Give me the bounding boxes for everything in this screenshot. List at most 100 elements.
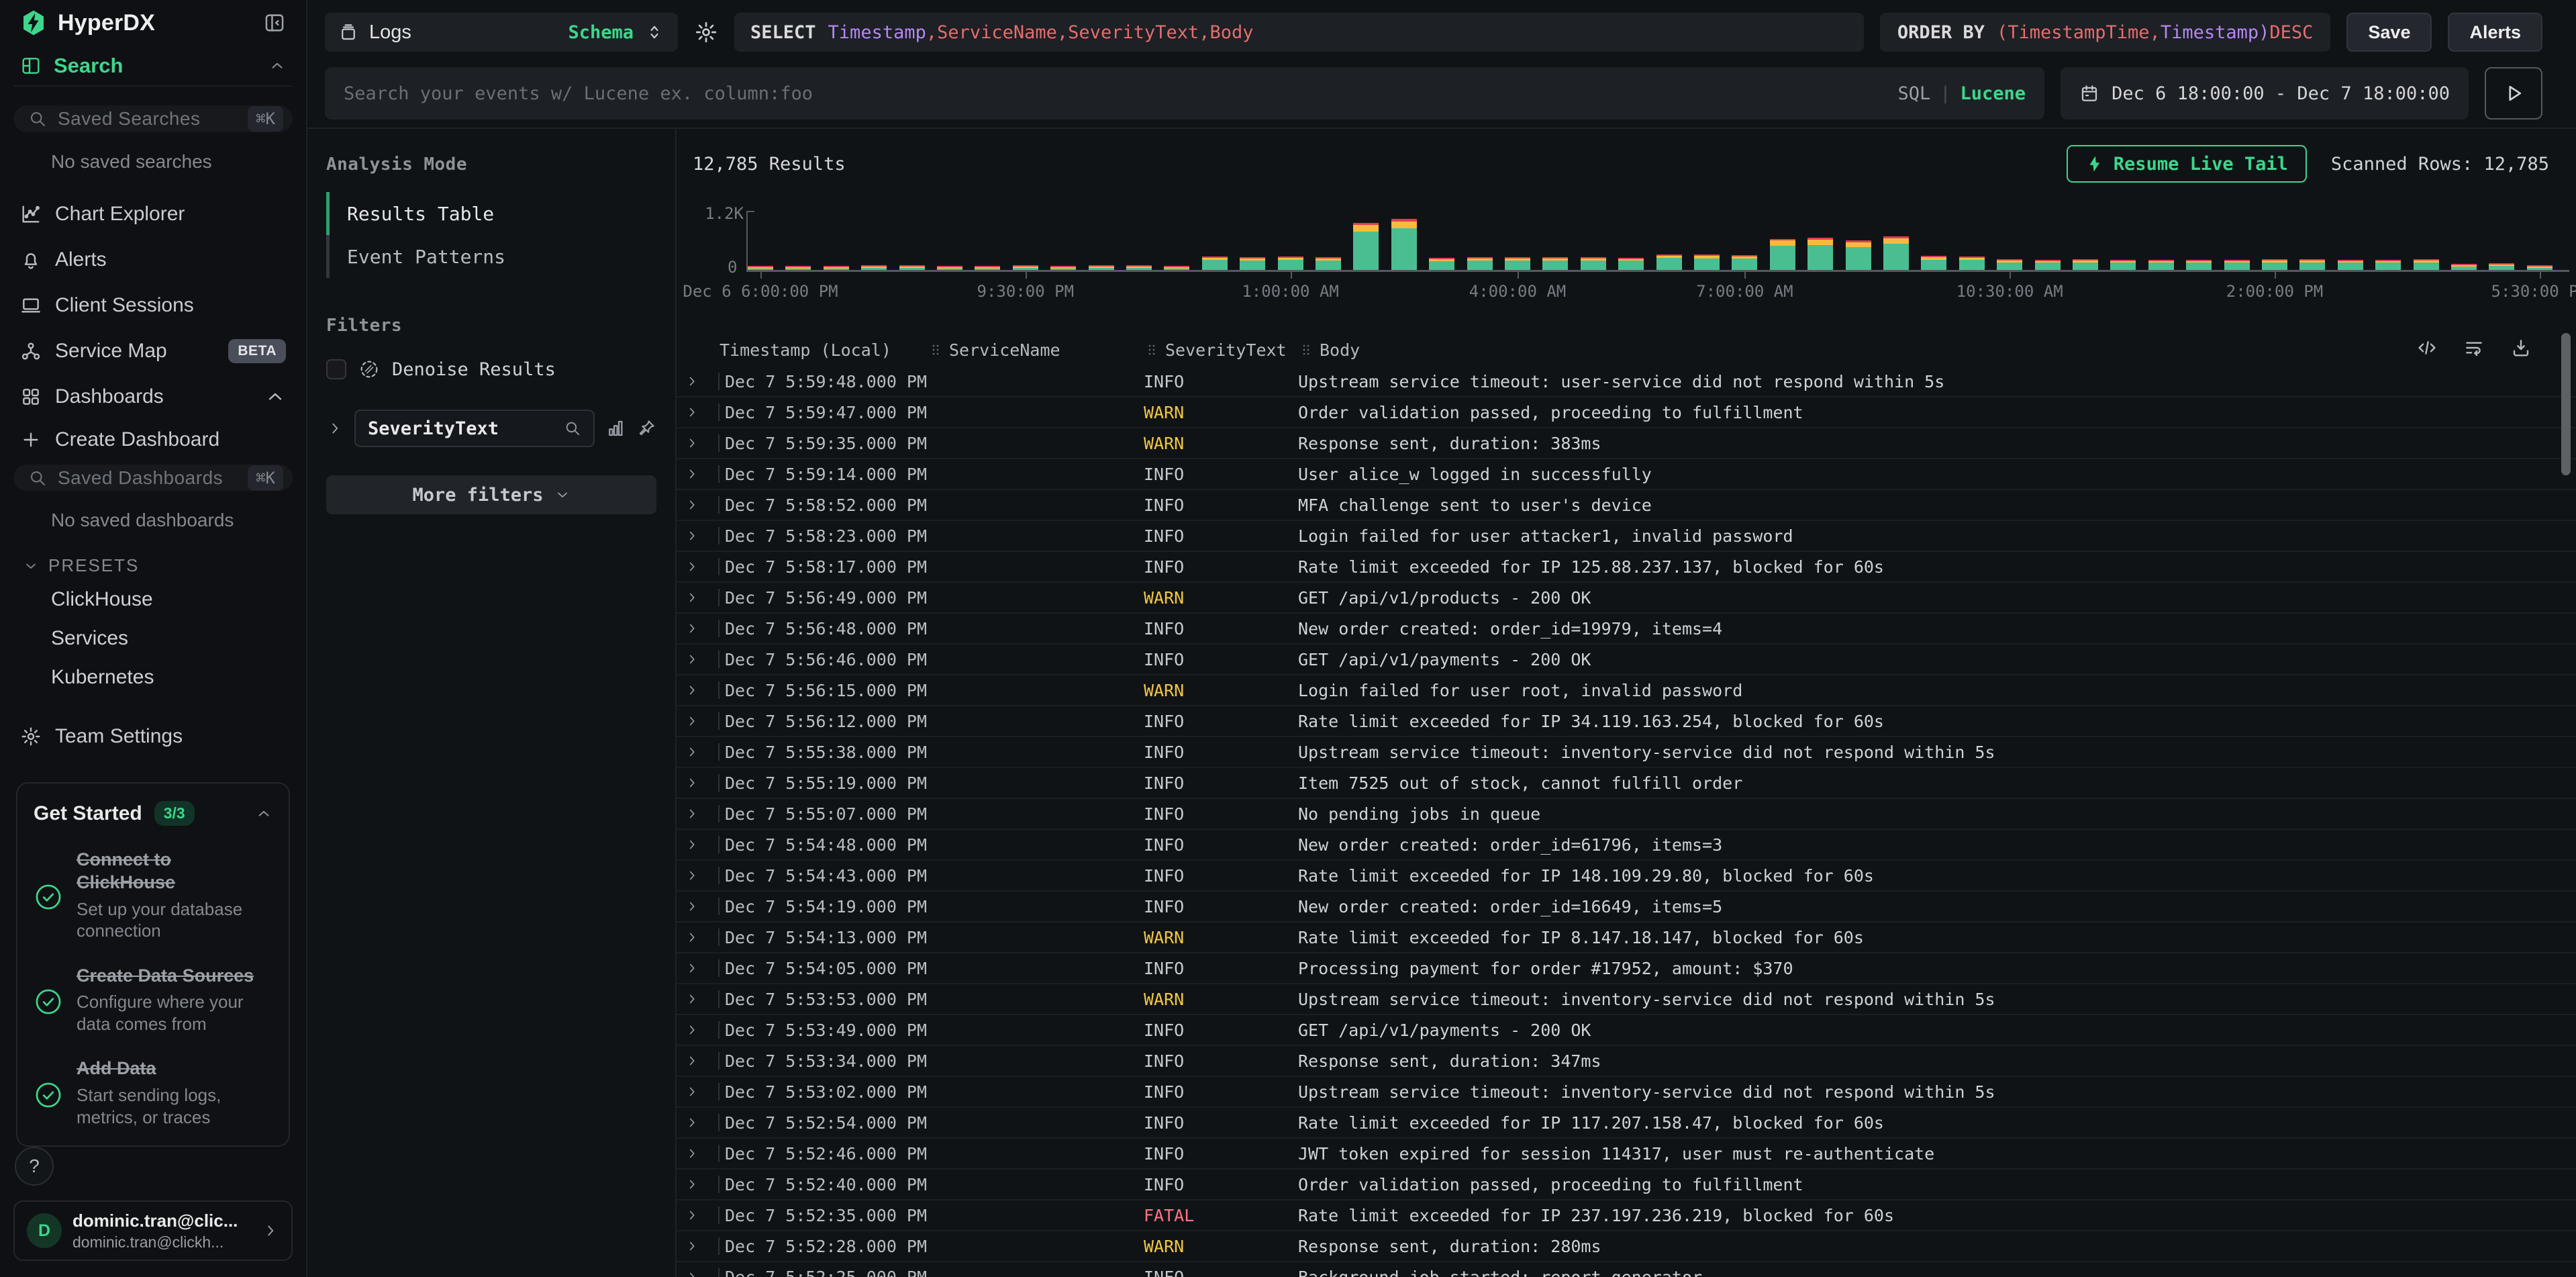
resume-live-tail-button[interactable]: Resume Live Tail: [2067, 145, 2307, 183]
histogram-bar[interactable]: [1694, 254, 1720, 270]
histogram-bar[interactable]: [1656, 254, 1682, 270]
histogram-bar[interactable]: [2035, 260, 2061, 270]
row-expand-icon[interactable]: [685, 559, 699, 574]
histogram-bar[interactable]: [2527, 265, 2553, 270]
get-started-item-add-data[interactable]: Add DataStart sending logs, metrics, or …: [34, 1057, 273, 1128]
table-row[interactable]: Dec 7 5:53:02.000 PMINFOUpstream service…: [677, 1077, 2576, 1108]
histogram-bar[interactable]: [1997, 259, 2022, 270]
histogram-bar[interactable]: [1164, 266, 1189, 270]
saved-dashboards-input[interactable]: Saved Dashboards ⌘K: [13, 465, 293, 491]
preset-item-clickhouse[interactable]: ClickHouse: [13, 580, 293, 619]
lang-toggle-sql[interactable]: SQL: [1897, 83, 1930, 104]
saved-searches-input[interactable]: Saved Searches ⌘K: [13, 105, 293, 132]
row-expand-icon[interactable]: [685, 961, 699, 976]
table-row[interactable]: Dec 7 5:58:52.000 PMINFOMFA challenge se…: [677, 490, 2576, 521]
histogram-bar[interactable]: [1581, 257, 1606, 270]
column-chart-icon[interactable]: [605, 418, 626, 438]
histogram-bar[interactable]: [2186, 260, 2212, 270]
row-expand-icon[interactable]: [685, 1239, 699, 1254]
histogram-bar[interactable]: [1467, 257, 1493, 270]
orderby-input[interactable]: ORDER BY(TimestampTime, Timestamp) DESC: [1880, 13, 2330, 52]
histogram-bar[interactable]: [2110, 260, 2136, 270]
histogram-bar[interactable]: [1618, 258, 1644, 270]
row-expand-icon[interactable]: [685, 1146, 699, 1161]
histogram-bar[interactable]: [899, 265, 925, 270]
histogram-bar[interactable]: [861, 265, 887, 270]
table-row[interactable]: Dec 7 5:59:35.000 PMWARNResponse sent, d…: [677, 428, 2576, 459]
help-button[interactable]: ?: [15, 1147, 54, 1186]
more-filters-button[interactable]: More filters: [326, 475, 656, 514]
text-wrap-icon[interactable]: [2463, 337, 2485, 359]
table-row[interactable]: Dec 7 5:52:54.000 PMINFORate limit excee…: [677, 1108, 2576, 1139]
histogram-bar[interactable]: [1959, 256, 1985, 270]
histogram-bar[interactable]: [2489, 263, 2514, 270]
row-expand-icon[interactable]: [685, 1084, 699, 1099]
row-expand-icon[interactable]: [685, 714, 699, 728]
sidebar-item-create-dashboard[interactable]: Create Dashboard: [13, 424, 293, 457]
download-icon[interactable]: [2510, 337, 2532, 359]
chevron-up-icon[interactable]: [268, 57, 286, 75]
histogram-bar[interactable]: [1089, 265, 1114, 270]
histogram-bar[interactable]: [2073, 259, 2098, 270]
sidebar-item-dashboards[interactable]: Dashboards: [13, 374, 293, 420]
histogram-bar[interactable]: [937, 266, 962, 270]
histogram-bar[interactable]: [975, 266, 1000, 270]
histogram-bar[interactable]: [2224, 260, 2250, 270]
table-row[interactable]: Dec 7 5:58:17.000 PMINFORate limit excee…: [677, 552, 2576, 583]
row-expand-icon[interactable]: [685, 436, 699, 451]
analysis-mode-results-table[interactable]: Results Table: [326, 192, 656, 235]
sidebar-item-search[interactable]: Search: [13, 46, 293, 87]
histogram-bar[interactable]: [1278, 256, 1303, 270]
event-search-input[interactable]: Search your events w/ Lucene ex. column:…: [325, 67, 2044, 120]
save-button[interactable]: Save: [2346, 13, 2432, 52]
histogram-bar[interactable]: [1050, 266, 1076, 270]
row-expand-icon[interactable]: [685, 1270, 699, 1277]
histogram-bar[interactable]: [2375, 260, 2401, 270]
histogram-bar[interactable]: [1126, 265, 1152, 270]
histogram-bar[interactable]: [2451, 264, 2477, 270]
table-row[interactable]: Dec 7 5:53:53.000 PMWARNUpstream service…: [677, 984, 2576, 1015]
sidebar-item-team-settings[interactable]: Team Settings: [13, 720, 293, 753]
row-expand-icon[interactable]: [685, 868, 699, 883]
histogram-bar[interactable]: [1542, 257, 1568, 270]
sidebar-item-service-map[interactable]: Service MapBETA: [13, 328, 293, 374]
histogram-bar[interactable]: [2338, 260, 2363, 270]
analysis-mode-event-patterns[interactable]: Event Patterns: [326, 235, 656, 278]
row-expand-icon[interactable]: [685, 1208, 699, 1223]
row-expand-icon[interactable]: [685, 775, 699, 790]
histogram-bar[interactable]: [1013, 265, 1038, 270]
histogram-bar[interactable]: [1732, 255, 1757, 270]
histogram-bar[interactable]: [785, 266, 811, 270]
histogram-bar[interactable]: [2148, 260, 2174, 270]
scrollbar-thumb[interactable]: [2561, 333, 2571, 475]
pin-icon[interactable]: [636, 418, 656, 438]
histogram-bar[interactable]: [1883, 236, 1909, 270]
table-row[interactable]: Dec 7 5:53:34.000 PMINFOResponse sent, d…: [677, 1046, 2576, 1077]
preset-item-services[interactable]: Services: [13, 619, 293, 658]
table-row[interactable]: Dec 7 5:54:43.000 PMINFORate limit excee…: [677, 861, 2576, 892]
row-expand-icon[interactable]: [685, 1023, 699, 1037]
histogram-bar[interactable]: [1202, 256, 1228, 270]
row-expand-icon[interactable]: [685, 621, 699, 636]
table-row[interactable]: Dec 7 5:52:46.000 PMINFOJWT token expire…: [677, 1139, 2576, 1170]
histogram-bar[interactable]: [1846, 240, 1871, 270]
drag-handle-icon[interactable]: [1144, 342, 1160, 358]
row-expand-icon[interactable]: [685, 652, 699, 667]
row-expand-icon[interactable]: [685, 992, 699, 1006]
table-row[interactable]: Dec 7 5:56:48.000 PMINFONew order create…: [677, 614, 2576, 645]
row-expand-icon[interactable]: [685, 1115, 699, 1130]
sidebar-item-client-sessions[interactable]: Client Sessions: [13, 283, 293, 328]
row-expand-icon[interactable]: [685, 930, 699, 945]
table-row[interactable]: Dec 7 5:54:19.000 PMINFONew order create…: [677, 892, 2576, 923]
row-expand-icon[interactable]: [685, 590, 699, 605]
histogram-bar[interactable]: [1807, 238, 1833, 270]
row-expand-icon[interactable]: [685, 467, 699, 481]
row-expand-icon[interactable]: [685, 1053, 699, 1068]
histogram-bar[interactable]: [1921, 256, 1946, 270]
table-row[interactable]: Dec 7 5:56:12.000 PMINFORate limit excee…: [677, 706, 2576, 737]
severity-filter-field[interactable]: SeverityText: [354, 410, 595, 447]
table-row[interactable]: Dec 7 5:54:13.000 PMWARNRate limit excee…: [677, 923, 2576, 953]
table-row[interactable]: Dec 7 5:56:49.000 PMWARNGET /api/v1/prod…: [677, 583, 2576, 614]
get-started-item-connect-to-clickhouse[interactable]: Connect to ClickHouseSet up your databas…: [34, 849, 273, 942]
table-row[interactable]: Dec 7 5:56:46.000 PMINFOGET /api/v1/paym…: [677, 645, 2576, 675]
